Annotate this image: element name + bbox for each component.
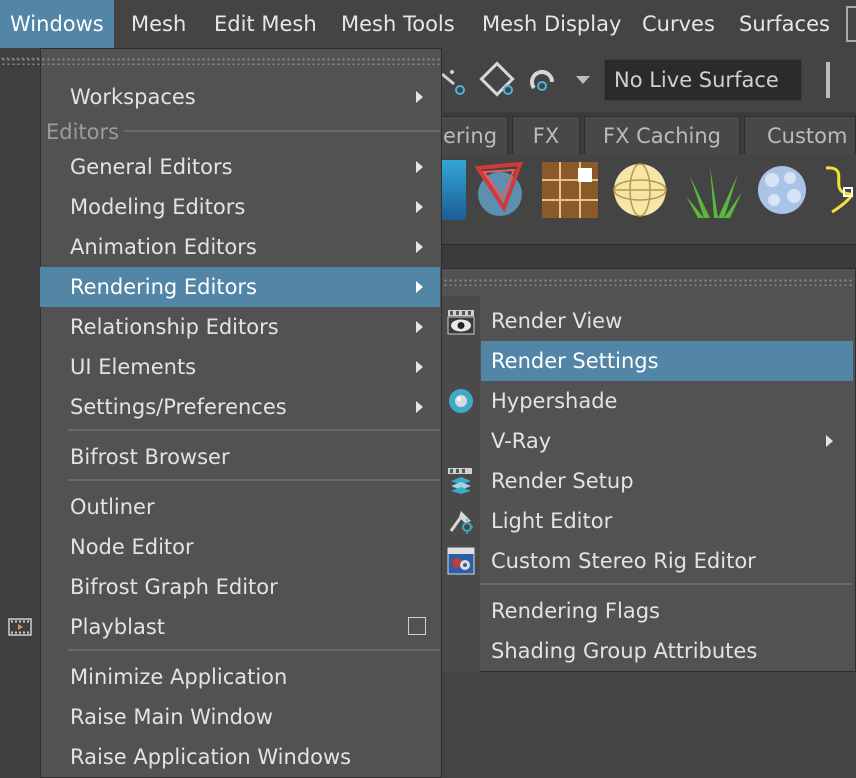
menu-item-minimize-application[interactable]: Minimize Application <box>40 657 440 697</box>
menu-mesh[interactable]: Mesh <box>131 0 186 48</box>
shelf-ramp-icon[interactable] <box>440 160 466 220</box>
submenu-tear-off-handle[interactable] <box>443 278 854 286</box>
submenu-arrow-icon <box>416 401 423 413</box>
menu-overflow-glyph <box>846 6 856 42</box>
tear-off-handle[interactable] <box>1 57 441 65</box>
main-menubar: Windows Mesh Edit Mesh Mesh Tools Mesh D… <box>0 0 856 48</box>
menu-windows[interactable]: Windows <box>0 0 114 48</box>
submenu-arrow-icon <box>416 91 423 103</box>
magnet-snap-icon[interactable] <box>478 60 518 100</box>
stereo-rig-icon <box>447 547 475 575</box>
shelf-uv-grid-icon[interactable] <box>540 160 600 220</box>
submenu-arrow-icon <box>416 361 423 373</box>
magnet-icon[interactable] <box>526 62 562 98</box>
snap-dropdown-arrow-icon[interactable] <box>576 76 590 84</box>
menu-item-general-editors[interactable]: General Editors <box>40 147 440 187</box>
shelf-grass-icon[interactable] <box>684 162 744 220</box>
shelf-tab-custom[interactable]: Custom <box>744 116 856 154</box>
playblast-icon <box>8 617 32 637</box>
live-surface-field[interactable]: No Live Surface <box>604 59 802 101</box>
submenu-item-vray[interactable]: V-Ray <box>481 421 853 461</box>
shelf-render-icon[interactable] <box>470 158 532 220</box>
shelf-tab-fx[interactable]: FX <box>512 116 580 154</box>
menu-mesh-display[interactable]: Mesh Display <box>482 0 621 48</box>
submenu-arrow-icon <box>416 161 423 173</box>
hypershade-icon <box>448 388 474 414</box>
windows-menu-gutter <box>0 48 40 778</box>
snap-curve-icon[interactable] <box>440 62 470 98</box>
live-surface-label: No Live Surface <box>614 68 779 92</box>
menu-item-settings-preferences[interactable]: Settings/Preferences <box>40 387 440 427</box>
menu-item-rendering-editors[interactable]: Rendering Editors <box>40 267 440 307</box>
menu-item-outliner[interactable]: Outliner <box>40 487 440 527</box>
menu-surfaces[interactable]: Surfaces <box>739 0 830 48</box>
submenu-arrow-icon <box>826 435 833 447</box>
shelf-light-sphere-icon[interactable] <box>610 160 670 220</box>
menu-item-modeling-editors[interactable]: Modeling Editors <box>40 187 440 227</box>
light-editor-icon <box>447 507 475 535</box>
render-setup-icon <box>447 467 475 495</box>
submenu-item-rendering-flags[interactable]: Rendering Flags <box>481 591 853 631</box>
render-view-icon <box>447 309 475 335</box>
submenu-item-render-setup[interactable]: Render Setup <box>481 461 853 501</box>
menu-item-node-editor[interactable]: Node Editor <box>40 527 440 567</box>
toolbar-divider <box>826 62 830 98</box>
submenu-arrow-icon <box>416 281 423 293</box>
section-divider <box>124 130 440 132</box>
editors-section-header: Editors <box>46 120 120 144</box>
submenu-divider <box>481 583 853 585</box>
shelf-curve-icon[interactable] <box>822 162 856 216</box>
submenu-item-light-editor[interactable]: Light Editor <box>481 501 853 541</box>
shelf-particles-icon[interactable] <box>752 160 812 220</box>
submenu-item-custom-stereo-rig-editor[interactable]: Custom Stereo Rig Editor <box>481 541 853 581</box>
submenu-arrow-icon <box>416 321 423 333</box>
submenu-item-shading-group-attributes[interactable]: Shading Group Attributes <box>481 631 853 671</box>
menu-mesh-tools[interactable]: Mesh Tools <box>341 0 455 48</box>
section-divider <box>68 429 440 431</box>
shelf-tab-rendering[interactable]: ering <box>440 116 508 154</box>
section-divider <box>68 649 440 651</box>
menu-item-playblast[interactable]: Playblast <box>40 607 440 647</box>
menu-item-raise-application-windows[interactable]: Raise Application Windows <box>40 737 440 777</box>
menu-item-bifrost-browser[interactable]: Bifrost Browser <box>40 437 440 477</box>
panel-header-strip <box>440 244 856 269</box>
menu-item-animation-editors[interactable]: Animation Editors <box>40 227 440 267</box>
menu-curves[interactable]: Curves <box>642 0 715 48</box>
submenu-arrow-icon <box>416 241 423 253</box>
submenu-item-render-view[interactable]: Render View <box>481 301 853 341</box>
submenu-arrow-icon <box>416 201 423 213</box>
submenu-item-render-settings[interactable]: Render Settings <box>481 341 853 381</box>
menu-item-ui-elements[interactable]: UI Elements <box>40 347 440 387</box>
submenu-item-hypershade[interactable]: Hypershade <box>481 381 853 421</box>
menu-item-bifrost-graph-editor[interactable]: Bifrost Graph Editor <box>40 567 440 607</box>
section-divider <box>68 479 440 481</box>
menu-edit-mesh[interactable]: Edit Mesh <box>214 0 317 48</box>
menu-item-relationship-editors[interactable]: Relationship Editors <box>40 307 440 347</box>
menu-item-raise-main-window[interactable]: Raise Main Window <box>40 697 440 737</box>
shelf-tab-fx-caching[interactable]: FX Caching <box>584 116 740 154</box>
playblast-option-box[interactable] <box>408 617 426 635</box>
menu-item-workspaces[interactable]: Workspaces <box>40 77 440 117</box>
